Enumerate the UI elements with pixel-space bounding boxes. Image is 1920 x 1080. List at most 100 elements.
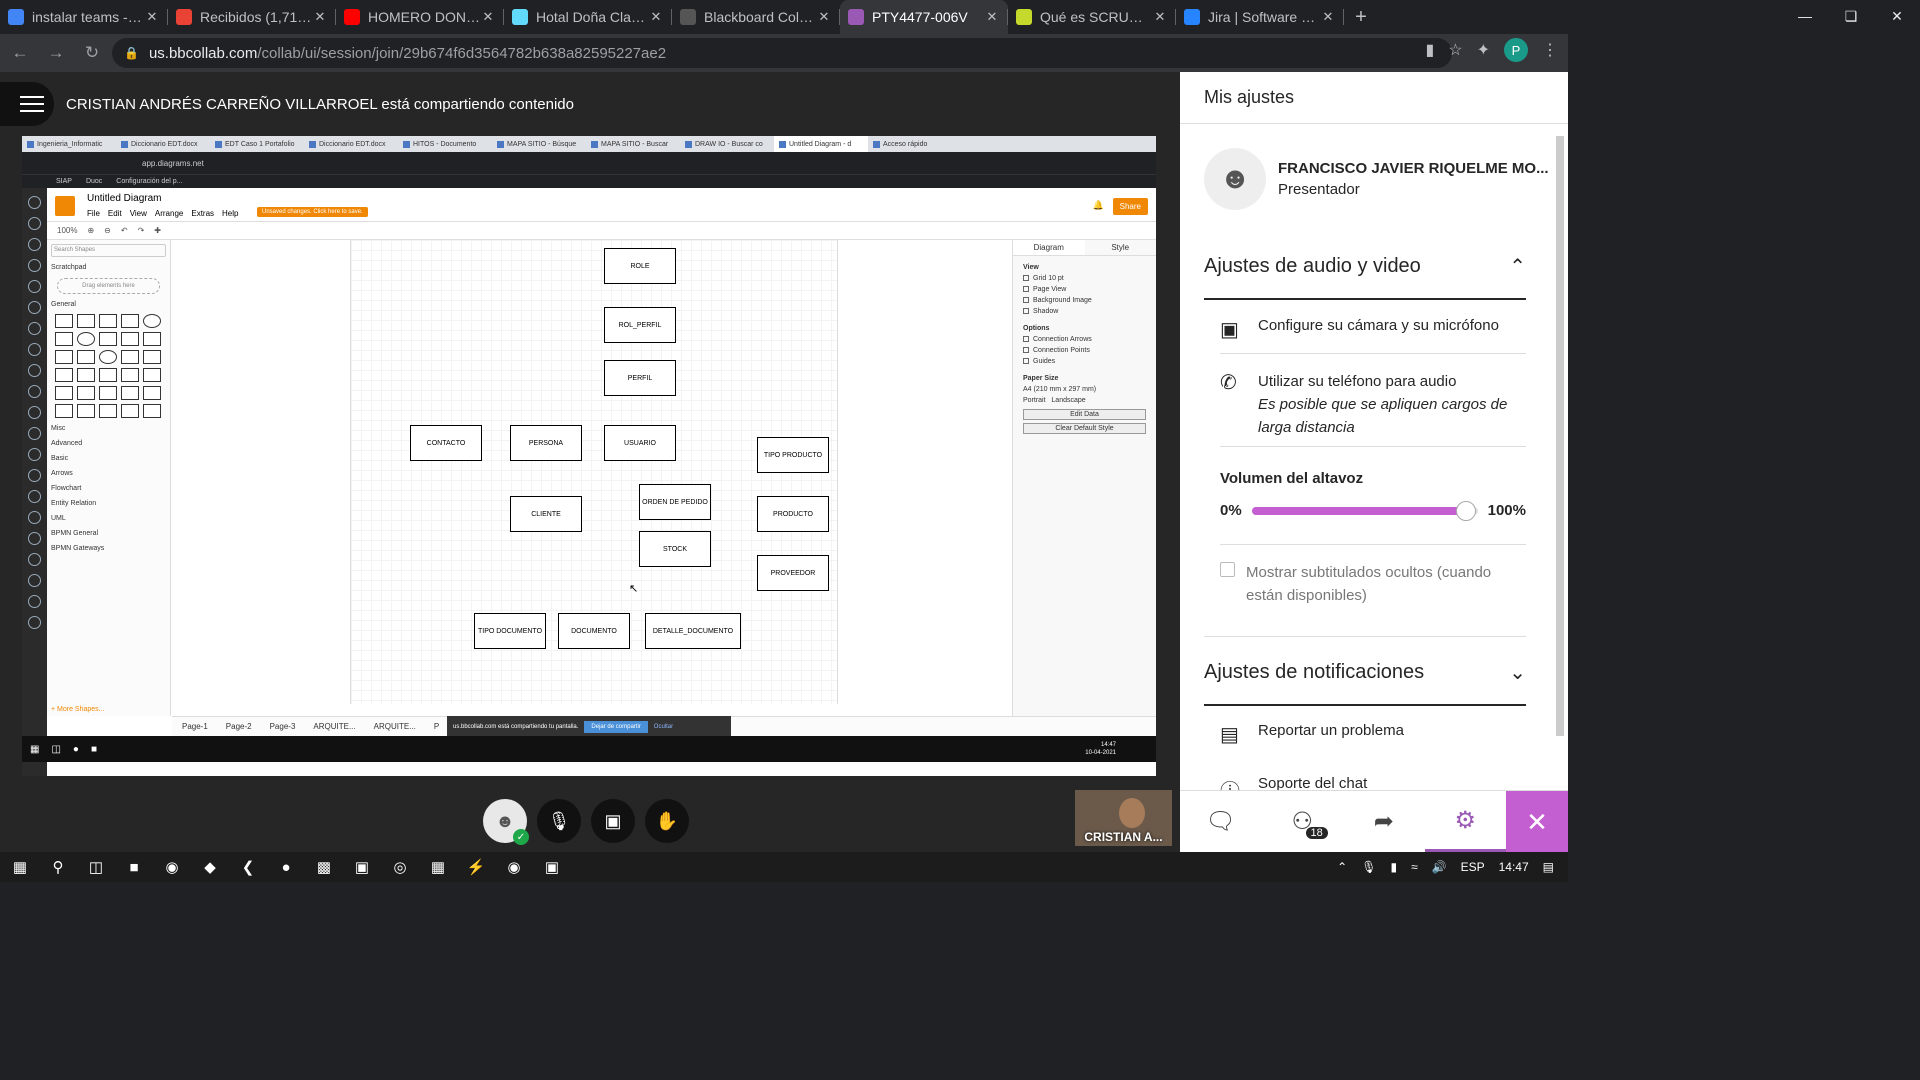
postman-icon[interactable]: ● — [276, 857, 296, 877]
my-status-button[interactable]: ☻ ✓ — [483, 799, 529, 845]
close-tab-icon[interactable]: ✕ — [816, 9, 832, 25]
menu-hamburger-icon[interactable] — [0, 82, 54, 126]
shared-screen: Ingenieria_Informatic Diccionario EDT.doc… — [22, 136, 1156, 776]
reload-icon[interactable]: ↻ — [76, 37, 108, 69]
browser-tab[interactable]: instalar teams - Bu ✕ — [0, 0, 168, 34]
close-panel-button[interactable]: ✕ — [1506, 791, 1568, 853]
configure-av-link[interactable]: ▣ Configure su cámara y su micrófono — [1220, 317, 1526, 342]
search-icon[interactable]: ⚲ — [48, 857, 68, 877]
participants-button[interactable]: ⚇ 18 — [1262, 791, 1344, 852]
section-divider — [1204, 298, 1526, 300]
camera-blocked-icon[interactable]: ▮ — [1425, 40, 1434, 60]
wifi-icon[interactable]: ≈ — [1411, 860, 1418, 874]
panel-scrollbar[interactable] — [1556, 136, 1564, 736]
minimize-icon[interactable]: — — [1782, 0, 1828, 32]
close-tab-icon[interactable]: ✕ — [648, 9, 664, 25]
audio-video-section-header[interactable]: Ajustes de audio y video ⌃ — [1204, 254, 1526, 279]
phone-audio-note: Es posible que se apliquen cargos de lar… — [1258, 396, 1508, 436]
close-tab-icon[interactable]: ✕ — [984, 9, 1000, 25]
profile-avatar[interactable]: P — [1504, 38, 1528, 62]
diagram-title: Untitled Diagram — [87, 193, 162, 204]
chevron-up-icon[interactable]: ⌃ — [1337, 860, 1347, 874]
camera-off-button[interactable]: ▣ — [591, 799, 635, 843]
datagrip-icon[interactable]: ▩ — [314, 857, 334, 877]
share-content-button[interactable]: ➦ — [1343, 791, 1425, 852]
collab-icon — [848, 9, 864, 25]
git-icon[interactable]: ◆ — [200, 857, 220, 877]
captions-checkbox[interactable] — [1220, 562, 1235, 577]
battery-icon[interactable]: ▮ — [1390, 860, 1397, 874]
vscode-icon[interactable]: ❮ — [238, 857, 258, 877]
hide-notice-button[interactable]: Ocultar — [654, 724, 673, 730]
inner-tab-label: Ingenieria_Informatic — [37, 140, 103, 148]
clock-time[interactable]: 14:47 — [1499, 860, 1529, 874]
browser-tab-label: HOMERO DONDE — [368, 9, 480, 25]
microphone-muted-button[interactable]: 🎙 — [537, 799, 581, 843]
browser-tab[interactable]: Blackboard Collab ✕ — [672, 0, 840, 34]
chrome-icon[interactable]: ◉ — [162, 857, 182, 877]
language-indicator[interactable]: ESP — [1461, 860, 1485, 874]
back-icon[interactable]: ← — [4, 37, 36, 69]
entity-box: CONTACTO — [410, 425, 482, 461]
browser-tab-label: Hotal Doña Clarita — [536, 9, 648, 25]
settings-gear-button[interactable]: ⚙ — [1424, 791, 1506, 852]
task-view-icon[interactable]: ◫ — [86, 857, 106, 877]
volume-knob[interactable] — [1456, 500, 1477, 521]
entity-box: ROLE — [604, 248, 676, 284]
browser-tab[interactable]: Hotal Doña Clarita ✕ — [504, 0, 672, 34]
discord-icon[interactable]: ◉ — [504, 857, 524, 877]
close-window-icon[interactable]: ✕ — [1874, 0, 1920, 32]
bookmark: Duoc — [85, 178, 103, 185]
address-bar: ← → ↻ 🔒 us.bbcollab.com/collab/ui/sessio… — [0, 34, 1568, 72]
volume-icon[interactable]: 🔊 — [1432, 860, 1447, 874]
maximize-icon[interactable]: ❏ — [1828, 0, 1874, 32]
captions-option[interactable]: Mostrar subtitulados ocultos (cuando est… — [1220, 561, 1526, 607]
close-tab-icon[interactable]: ✕ — [312, 9, 328, 25]
microphone-icon[interactable]: 🎙 — [1361, 860, 1376, 874]
bookmark: SIAP — [56, 178, 72, 185]
volume-slider[interactable]: 0% 100% — [1220, 500, 1526, 521]
shape-grid — [47, 311, 170, 421]
phone-audio-link[interactable]: ✆ Utilizar su teléfono para audio Es pos… — [1220, 370, 1526, 439]
stop-sharing-button[interactable]: Dejar de compartir — [584, 721, 648, 733]
chat-support-link[interactable]: ⓘ Soporte del chat — [1220, 775, 1526, 790]
volume-label: Volumen del altavoz — [1220, 470, 1364, 487]
flash-icon[interactable]: ⚡ — [466, 857, 486, 877]
close-tab-icon[interactable]: ✕ — [144, 9, 160, 25]
close-tab-icon[interactable]: ✕ — [1152, 9, 1168, 25]
spreadsheet-icon[interactable]: ▦ — [428, 857, 448, 877]
bookmark: Configuración del p... — [116, 178, 183, 185]
report-problem-link[interactable]: ▤ Reportar un problema — [1220, 722, 1526, 747]
browser-tab[interactable]: HOMERO DONDE ✕ — [336, 0, 504, 34]
notifications-section-header[interactable]: Ajustes de notificaciones ⌄ — [1204, 660, 1526, 685]
options-heading: Options — [1023, 325, 1050, 332]
browser-tab[interactable]: PTY4477-006V ✕ — [840, 0, 1008, 34]
forward-icon[interactable]: → — [40, 37, 72, 69]
divider — [1204, 636, 1526, 637]
page-tab: Page-2 — [225, 722, 252, 731]
record-icon[interactable]: ◎ — [390, 857, 410, 877]
star-icon[interactable]: ☆ — [1448, 40, 1462, 60]
chat-button[interactable]: 🗨 — [1180, 791, 1262, 852]
new-tab-icon[interactable]: + — [1344, 0, 1378, 34]
user-name: FRANCISCO JAVIER RIQUELME MO... — [1278, 160, 1549, 177]
raise-hand-button[interactable]: ✋ — [645, 799, 689, 843]
close-tab-icon[interactable]: ✕ — [480, 9, 496, 25]
photos-icon[interactable]: ▣ — [542, 857, 562, 877]
extensions-icon[interactable]: ✦ — [1477, 40, 1490, 60]
notifications-icon[interactable]: ▤ — [1543, 860, 1554, 874]
browser-tab-strip: instalar teams - Bu ✕ Recibidos (1,715) - ✕… — [0, 0, 1568, 34]
zoom-in-icon: ⊕ — [87, 226, 95, 235]
participant-video[interactable]: CRISTIAN A... — [1075, 790, 1172, 846]
close-tab-icon[interactable]: ✕ — [1320, 9, 1336, 25]
url-field[interactable]: 🔒 us.bbcollab.com/collab/ui/session/join… — [112, 38, 1452, 68]
app-icon[interactable]: ▣ — [352, 857, 372, 877]
browser-tab[interactable]: Qué es SCRUM – P✕ — [1008, 0, 1176, 34]
browser-tab[interactable]: Jira | Software de s ✕ — [1176, 0, 1344, 34]
menu-kebab-icon[interactable]: ⋮ — [1542, 40, 1558, 60]
file-explorer-icon[interactable]: ■ — [124, 857, 144, 877]
windows-start-icon[interactable]: ▦ — [10, 857, 30, 877]
help-icon: ⓘ — [1220, 775, 1258, 790]
volume-track[interactable] — [1251, 500, 1478, 521]
browser-tab[interactable]: Recibidos (1,715) - ✕ — [168, 0, 336, 34]
